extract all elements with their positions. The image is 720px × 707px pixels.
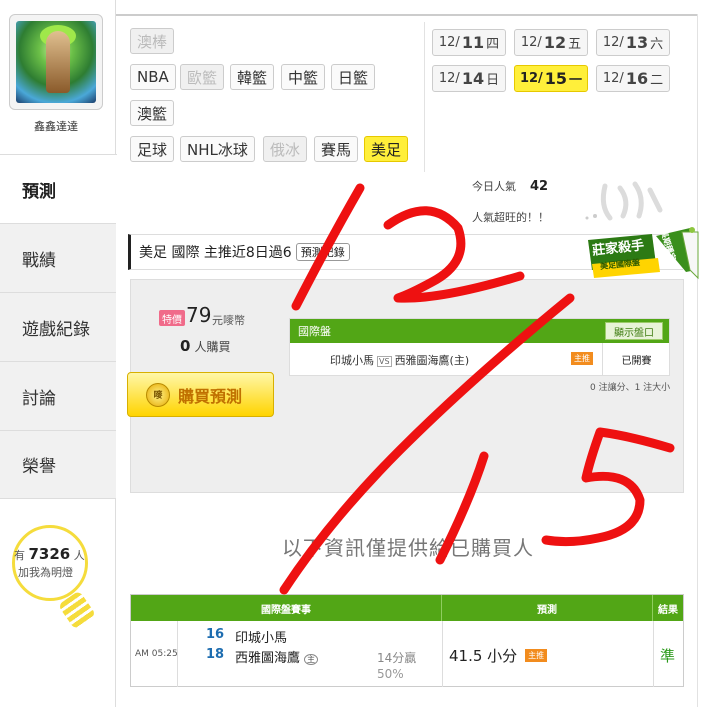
results-table: 國際盤賽事 預測 結果 AM 05:25 16 印城小馬 18 西雅圖海鷹主 1… [130, 594, 684, 687]
sport-russia-hockey[interactable]: 俄冰 [263, 136, 308, 162]
fans-count: 有 7326 人 [14, 545, 85, 563]
buy-prediction-label: 購買預測 [178, 386, 243, 406]
fans-widget[interactable]: 有 7326 人 加我為明燈 [8, 515, 108, 630]
sport-euro-basketball[interactable]: 歐籃 [180, 64, 225, 90]
date-12-15[interactable]: 12/15 一 [514, 65, 588, 92]
col-game: 國際盤賽事 [131, 595, 442, 621]
popularity-label: 今日人氣 42 [472, 179, 549, 194]
bet-count-note: 0 注讓分、1 注大小 [590, 383, 671, 393]
sport-soccer[interactable]: 足球 [130, 136, 175, 162]
home-team: 西雅圖海鷹主 [235, 647, 319, 666]
away-score: 16 [206, 627, 225, 642]
nav-item-discussion[interactable]: 討論 [0, 361, 116, 430]
date-12-14[interactable]: 12/14 日 [432, 65, 506, 92]
page: 鑫鑫達達 預測 戰績 遊戲紀錄 討論 榮譽 有 7326 人 加我為明燈 澳棒 … [0, 0, 720, 707]
market-row: 印城小馬 VS 西雅圖海鷹(主) 主推 已開賽 [290, 343, 669, 376]
col-pick: 預測 [442, 595, 653, 621]
nav-item-predict[interactable]: 預測 [0, 154, 117, 223]
market-title: 國際盤 [298, 325, 331, 338]
sport-horse-racing[interactable]: 賽馬 [314, 136, 359, 162]
popularity-sub: 人氣超旺的！！ [472, 211, 549, 224]
sport-nba[interactable]: NBA [130, 64, 176, 90]
pick-host-tag: 主推 [525, 649, 548, 662]
prediction-title: 美足 國際 主推近8日過6 [139, 245, 292, 261]
host-pick-tag: 主推 [571, 352, 593, 365]
username: 鑫鑫達達 [34, 120, 78, 133]
win-percent: 50% [377, 667, 404, 681]
game-time: AM 05:25 [135, 649, 178, 659]
main-right-border [697, 14, 698, 707]
main-top-border [116, 14, 698, 16]
market-header: 國際盤 顯示盤口 [290, 319, 669, 343]
follow-link[interactable]: 加我為明燈 [18, 564, 73, 580]
sport-american-football[interactable]: 美足 [364, 136, 409, 162]
sport-aus-baseball[interactable]: 澳棒 [130, 28, 175, 54]
sport-china-basketball[interactable]: 中籃 [281, 64, 326, 90]
date-12-13[interactable]: 12/13 六 [596, 29, 670, 56]
home-mark-icon: 主 [304, 654, 319, 665]
buy-prediction-button[interactable]: 嘜 購買預測 [127, 372, 274, 417]
date-12-12[interactable]: 12/12 五 [514, 29, 588, 56]
date-12-16[interactable]: 12/16 二 [596, 65, 670, 92]
market-box: 國際盤 顯示盤口 印城小馬 VS 西雅圖海鷹(主) 主推 已開賽 [289, 318, 670, 376]
price-unit: 元嘜幣 [212, 314, 245, 327]
game-status: 已開賽 [602, 343, 670, 376]
sport-aus-basketball[interactable]: 澳籃 [130, 100, 175, 126]
win-margin: 14分贏 [377, 651, 417, 665]
result-mark: 準 [660, 647, 676, 665]
table-row: AM 05:25 16 印城小馬 18 西雅圖海鷹主 14分贏 50% 41.5… [131, 621, 683, 687]
col-result: 結果 [658, 604, 678, 616]
home-score: 18 [206, 647, 225, 662]
coin-icon: 嘜 [146, 382, 170, 407]
buyers-count: 0 人購買 [180, 337, 231, 355]
avatar-image [16, 21, 96, 103]
show-odds-button[interactable]: 顯示盤口 [605, 322, 663, 340]
sport-nhl[interactable]: NHL冰球 [180, 136, 255, 162]
special-price-tag: 特價 [159, 310, 185, 326]
results-header: 國際盤賽事 預測 結果 [131, 595, 683, 621]
avatar[interactable] [9, 14, 103, 110]
market-teams: 印城小馬 VS 西雅圖海鷹(主) [330, 353, 470, 367]
sport-korea-basketball[interactable]: 韓籃 [230, 64, 275, 90]
filter-divider [424, 22, 425, 172]
nav-item-honor[interactable]: 榮譽 [0, 430, 116, 499]
buyers-only-message: 以下資訊僅提供給已購買人 [282, 536, 534, 560]
price-value: 79 [186, 303, 212, 327]
nav-item-record[interactable]: 戰績 [0, 223, 116, 292]
mascot-icon [585, 181, 663, 221]
vs-icon: VS [377, 355, 392, 367]
pick-value: 41.5 小分 主推 [449, 645, 548, 666]
sport-japan-basketball[interactable]: 日籃 [331, 64, 376, 90]
date-12-11[interactable]: 12/11 四 [432, 29, 506, 56]
away-team: 印城小馬 [235, 631, 288, 646]
sidebar: 鑫鑫達達 預測 戰績 遊戲紀錄 討論 榮譽 有 7326 人 加我為明燈 [0, 0, 117, 707]
lightbulb-icon [12, 525, 88, 601]
nav-item-game-history[interactable]: 遊戲紀錄 [0, 292, 116, 361]
prediction-record-button[interactable]: 預測記錄 [295, 243, 350, 261]
